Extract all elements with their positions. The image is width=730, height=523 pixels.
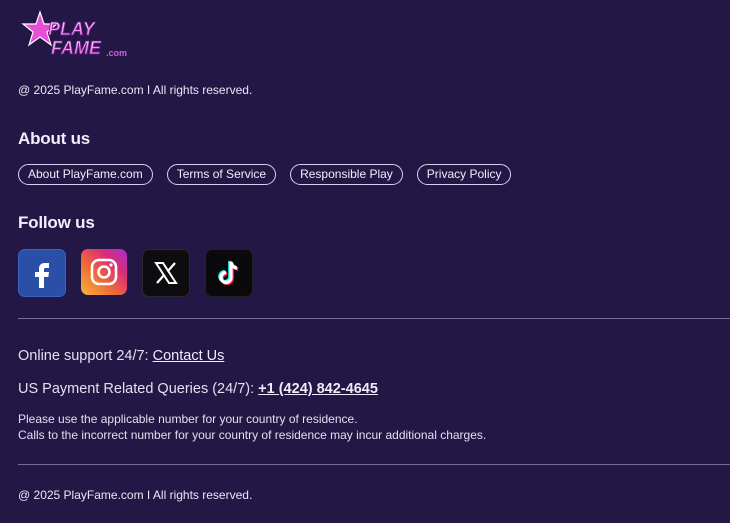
terms-of-service-link[interactable]: Terms of Service xyxy=(166,164,277,185)
payment-queries-label: US Payment Related Queries (24/7): xyxy=(18,381,259,397)
instagram-icon[interactable] xyxy=(81,249,127,295)
notice-line-1: Please use the applicable number for you… xyxy=(18,412,358,426)
playfame-logo[interactable]: PLAY FAME .com xyxy=(18,10,136,62)
divider xyxy=(18,464,730,465)
contact-us-link[interactable]: Contact Us xyxy=(153,348,225,364)
payment-queries-line: US Payment Related Queries (24/7): +1 (4… xyxy=(18,381,378,397)
x-icon[interactable] xyxy=(142,249,190,297)
copyright-bottom: @ 2025 PlayFame.com I All rights reserve… xyxy=(18,488,253,502)
copyright-top: @ 2025 PlayFame.com I All rights reserve… xyxy=(18,83,253,97)
notice-line-2: Calls to the incorrect number for your c… xyxy=(18,428,487,442)
divider xyxy=(18,318,730,319)
phone-link[interactable]: +1 (424) 842-4645 xyxy=(258,381,378,397)
facebook-icon[interactable] xyxy=(18,249,66,297)
about-links: About PlayFame.com Terms of Service Resp… xyxy=(18,164,512,185)
responsible-play-link[interactable]: Responsible Play xyxy=(290,164,403,185)
privacy-policy-link[interactable]: Privacy Policy xyxy=(416,164,512,185)
about-us-heading: About us xyxy=(18,129,91,148)
logo-play: PLAY xyxy=(48,19,97,39)
social-links xyxy=(18,249,253,297)
logo-suffix: .com xyxy=(106,48,127,58)
about-playfame-link[interactable]: About PlayFame.com xyxy=(18,164,153,185)
online-support-label: Online support 24/7: xyxy=(18,348,153,364)
follow-us-heading: Follow us xyxy=(18,213,95,232)
online-support-line: Online support 24/7: Contact Us xyxy=(18,348,224,364)
logo-fame: FAME xyxy=(51,38,102,58)
residence-notice: Please use the applicable number for you… xyxy=(18,411,486,443)
tiktok-icon[interactable] xyxy=(205,249,253,297)
